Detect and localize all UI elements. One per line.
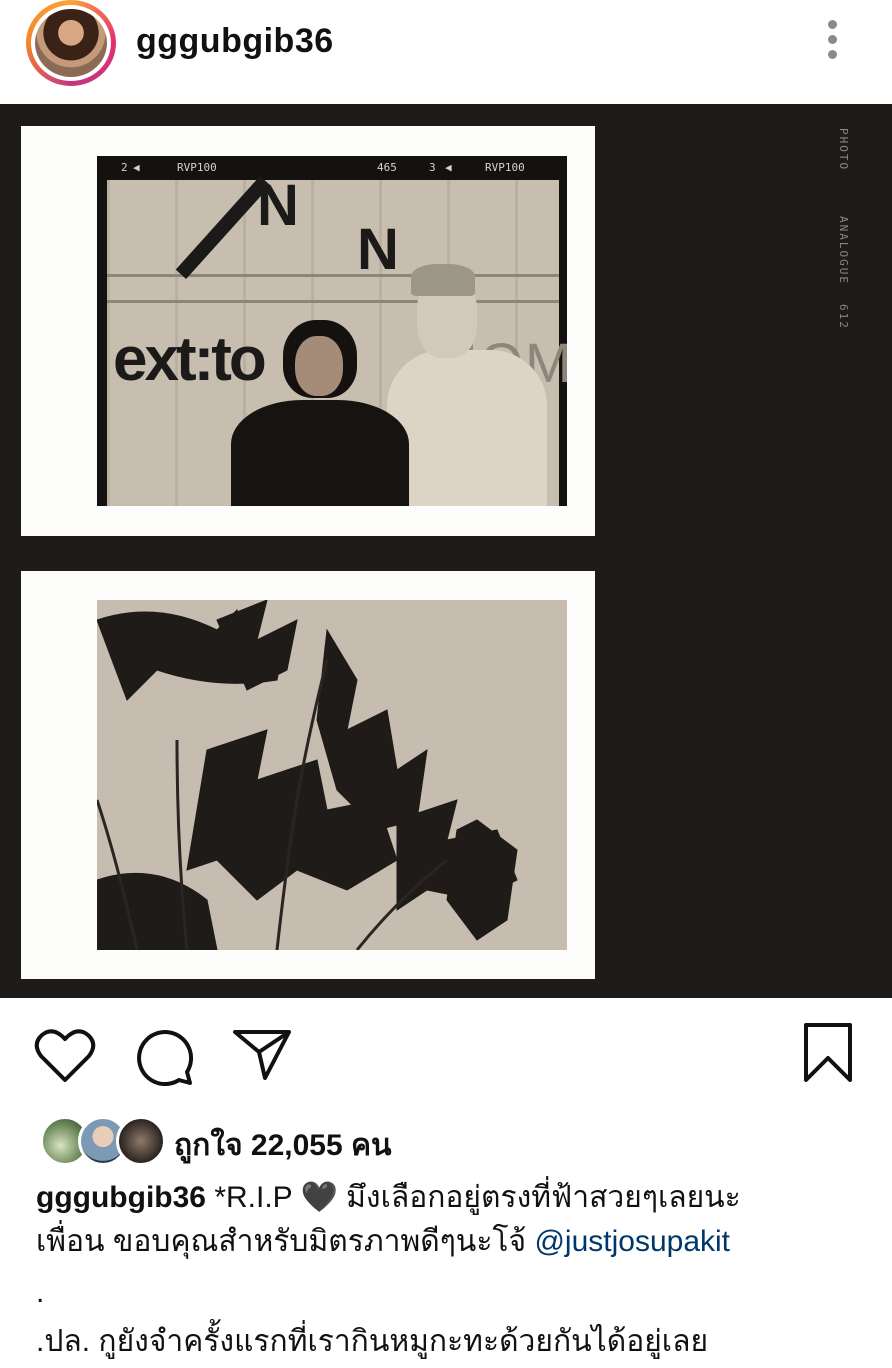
film-brand-b: RVP100 bbox=[485, 161, 525, 174]
post-header: gggubgib36 bbox=[0, 0, 892, 104]
plant-silhouette bbox=[97, 600, 518, 950]
film-edge: 2 ◀ RVP100 465 3 ◀ RVP100 bbox=[97, 156, 567, 180]
avatar-border bbox=[31, 5, 111, 81]
film-brand-a: RVP100 bbox=[177, 161, 217, 174]
post-caption: gggubgib36 *R.I.P 🖤 มึงเลือกอยู่ตรงที่ฟ้… bbox=[36, 1176, 836, 1364]
sign-letter-n: N bbox=[357, 217, 399, 282]
woman-face bbox=[295, 336, 343, 396]
polaroid-frame-top: 2 ◀ RVP100 465 3 ◀ RVP100 N N ext:to NOM… bbox=[21, 126, 595, 536]
polaroid-frame-bottom bbox=[21, 571, 595, 979]
avatar[interactable] bbox=[26, 0, 116, 86]
man-figure bbox=[387, 350, 547, 506]
likes-count[interactable]: ถูกใจ 22,055 คน bbox=[174, 1122, 392, 1169]
caption-text: .ปล. กูยังจำครั้งแรกที่เรากินหมูกะทะด้วย… bbox=[36, 1325, 709, 1358]
more-vertical-icon[interactable] bbox=[824, 20, 840, 64]
man-cap bbox=[411, 264, 475, 296]
post-image[interactable]: PHOTO ANALOGUE 612 2 ◀ RVP100 465 3 ◀ RV… bbox=[0, 104, 892, 998]
share-icon[interactable] bbox=[232, 1028, 292, 1082]
film-frame-b: 3 bbox=[429, 161, 436, 174]
likes-row[interactable]: ถูกใจ 22,055 คน bbox=[40, 1112, 860, 1168]
side-label-photo: PHOTO bbox=[837, 128, 850, 172]
caption-dot: . bbox=[36, 1276, 45, 1309]
film-arrow-b: ◀ bbox=[445, 161, 452, 174]
bookmark-icon[interactable] bbox=[802, 1022, 854, 1084]
sign-ext-text: ext:to bbox=[113, 325, 267, 394]
side-label-number: 612 bbox=[837, 304, 850, 330]
comment-icon[interactable] bbox=[134, 1028, 194, 1086]
wooden-wall: N N ext:to NOMA bbox=[107, 173, 567, 506]
caption-mention[interactable]: @justjosupakit bbox=[534, 1225, 730, 1258]
avatar-photo bbox=[35, 9, 107, 77]
caption-username[interactable]: gggubgib36 bbox=[36, 1181, 206, 1214]
wood-seam bbox=[107, 300, 559, 303]
wood-seam bbox=[107, 274, 559, 277]
caption-line: เพื่อน ขอบคุณสำหรับมิตรภาพดีๆนะโจ้ @just… bbox=[36, 1220, 836, 1264]
photo-couple: 2 ◀ RVP100 465 3 ◀ RVP100 N N ext:to NOM… bbox=[97, 156, 567, 506]
woman-figure bbox=[231, 400, 409, 506]
side-label-analogue: ANALOGUE bbox=[837, 216, 850, 285]
post-username[interactable]: gggubgib36 bbox=[136, 22, 334, 61]
liker-avatar bbox=[116, 1116, 166, 1166]
photo-plant bbox=[97, 600, 567, 950]
film-frame-a: 2 bbox=[121, 161, 128, 174]
film-arrow-a: ◀ bbox=[133, 161, 140, 174]
post-actions bbox=[0, 1000, 892, 1100]
heart-icon[interactable] bbox=[34, 1026, 96, 1086]
caption-text: เพื่อน ขอบคุณสำหรับมิตรภาพดีๆนะโจ้ bbox=[36, 1225, 535, 1258]
caption-text: *R.I.P 🖤 มึงเลือกอยู่ตรงที่ฟ้าสวยๆเลยนะ bbox=[205, 1181, 741, 1214]
caption-line: gggubgib36 *R.I.P 🖤 มึงเลือกอยู่ตรงที่ฟ้… bbox=[36, 1176, 836, 1220]
film-number: 465 bbox=[377, 161, 397, 174]
